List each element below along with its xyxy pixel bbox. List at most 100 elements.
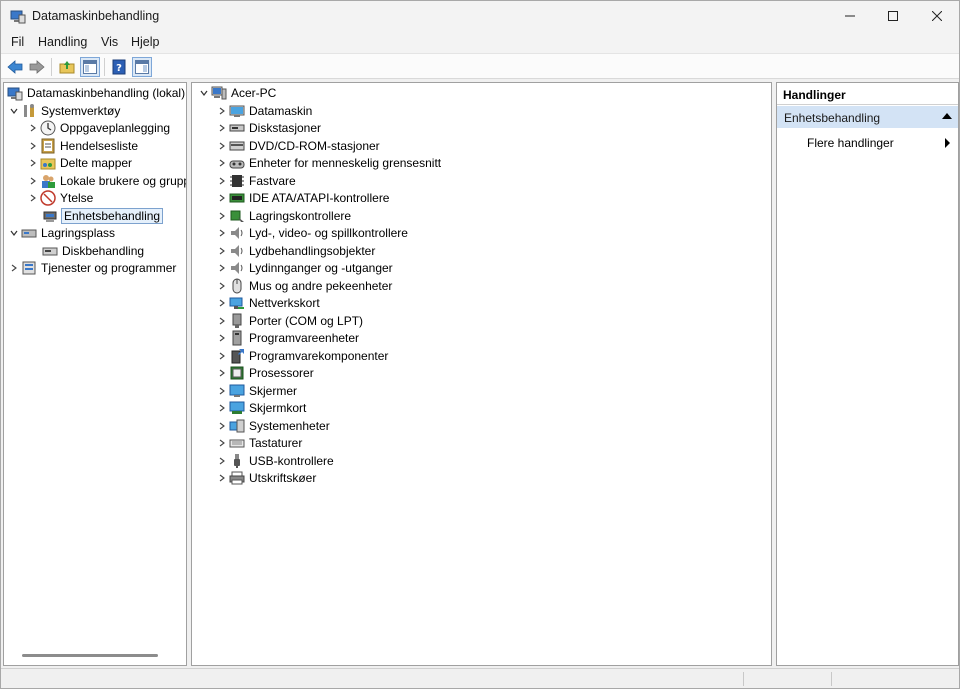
device-category-utskriftskoer[interactable]: Utskriftskøer — [215, 470, 316, 487]
device-category-programvarekomponenter[interactable]: Programvarekomponenter — [215, 347, 388, 364]
device-category-dvd-cd-rom-stasjoner[interactable]: DVD/CD-ROM-stasjoner — [215, 137, 380, 154]
device-tree-root[interactable]: Acer-PC — [197, 84, 276, 101]
device-category-tastaturer[interactable]: Tastaturer — [215, 435, 302, 452]
device-category-systemenheter[interactable]: Systemenheter — [215, 417, 330, 434]
menu-view[interactable]: Vis — [101, 35, 118, 49]
device-category-ide-ata-atapi-kontrollere[interactable]: IDE ATA/ATAPI-kontrollere — [215, 190, 389, 207]
tree-item-shared-folders[interactable]: Delte mapper — [26, 154, 132, 171]
disk-icon — [42, 243, 58, 259]
tree-item-storage[interactable]: Lagringsplass — [7, 224, 115, 241]
chevron-right-icon[interactable] — [215, 279, 229, 293]
tree-item-task-scheduler[interactable]: Oppgaveplanlegging — [26, 119, 170, 136]
chevron-right-icon[interactable] — [215, 244, 229, 258]
chevron-right-icon[interactable] — [215, 296, 229, 310]
device-category-lyd-video-og-spillkontrollere[interactable]: Lyd-, video- og spillkontrollere — [215, 225, 408, 242]
actions-header: Handlinger — [777, 83, 958, 105]
tree-item-event-viewer[interactable]: Hendelsesliste — [26, 137, 138, 154]
chevron-right-icon[interactable] — [215, 436, 229, 450]
device-category-skjermer[interactable]: Skjermer — [215, 382, 297, 399]
device-category-usb-kontrollere[interactable]: USB-kontrollere — [215, 452, 334, 469]
device-category-fastvare[interactable]: Fastvare — [215, 172, 296, 189]
chevron-right-icon[interactable] — [215, 226, 229, 240]
chevron-right-icon[interactable] — [215, 156, 229, 170]
device-category-lydinnganger-og-utganger[interactable]: Lydinnganger og -utganger — [215, 260, 393, 277]
chevron-right-icon[interactable] — [215, 261, 229, 275]
chevron-down-icon[interactable] — [7, 226, 21, 240]
console-tree-pane[interactable]: Datamaskinbehandling (lokal) Systemverkt… — [3, 82, 187, 666]
device-category-skjermkort[interactable]: Skjermkort — [215, 400, 306, 417]
device-category-porter-com-og-lpt[interactable]: Porter (COM og LPT) — [215, 312, 363, 329]
menu-file[interactable]: Fil — [11, 35, 24, 49]
tree-item-disk-management[interactable]: Diskbehandling — [42, 242, 144, 259]
collapse-up-icon[interactable] — [942, 113, 952, 119]
chevron-right-icon[interactable] — [26, 174, 40, 188]
diskstasjoner-icon — [229, 120, 245, 136]
device-category-prosessorer[interactable]: Prosessorer — [215, 365, 314, 382]
chevron-right-icon[interactable] — [215, 349, 229, 363]
mus-og-andre-pekeenheter-icon — [229, 278, 245, 294]
forward-button[interactable] — [27, 57, 47, 77]
chevron-right-icon[interactable] — [215, 401, 229, 415]
chevron-right-icon[interactable] — [215, 121, 229, 135]
chevron-right-icon[interactable] — [215, 419, 229, 433]
up-one-level-button[interactable] — [57, 57, 77, 77]
tree-item-label: Lagringsplass — [41, 225, 116, 240]
device-tree-pane[interactable]: Acer-PC Datamaskin Diskstasjoner DVD/CD-RO… — [191, 82, 772, 666]
menu-action[interactable]: Handling — [38, 35, 87, 49]
chevron-right-icon[interactable] — [215, 471, 229, 485]
chevron-right-icon[interactable] — [26, 139, 40, 153]
chevron-right-icon[interactable] — [26, 156, 40, 170]
tree-item-device-manager[interactable]: Enhetsbehandling — [42, 207, 164, 224]
chevron-right-icon[interactable] — [215, 384, 229, 398]
forward-arrow-icon — [29, 60, 45, 74]
more-actions-item[interactable]: Flere handlinger — [777, 133, 958, 153]
chevron-right-icon[interactable] — [215, 331, 229, 345]
device-category-lydbehandlingsobjekter[interactable]: Lydbehandlingsobjekter — [215, 242, 375, 259]
minimize-button[interactable] — [827, 1, 873, 31]
show-hide-console-tree-button[interactable] — [80, 57, 100, 77]
chevron-down-icon[interactable] — [197, 86, 211, 100]
actions-section-device-manager[interactable]: Enhetsbehandling — [777, 106, 958, 128]
chevron-right-icon[interactable] — [215, 454, 229, 468]
chevron-right-icon[interactable] — [215, 366, 229, 380]
title-bar[interactable]: Datamaskinbehandling — [1, 1, 959, 31]
tree-item-system-tools[interactable]: Systemverktøy — [7, 102, 120, 119]
chevron-right-icon[interactable] — [215, 104, 229, 118]
tree-item-performance[interactable]: Ytelse — [26, 189, 93, 206]
back-arrow-icon — [7, 60, 23, 74]
device-category-label: Lydbehandlingsobjekter — [249, 243, 376, 258]
device-category-enheter-for-menneskelig-grensesnitt[interactable]: Enheter for menneskelig grensesnitt — [215, 155, 441, 172]
show-hide-action-pane-button[interactable] — [132, 57, 152, 77]
device-category-mus-og-andre-pekeenheter[interactable]: Mus og andre pekeenheter — [215, 277, 392, 294]
chevron-right-icon[interactable] — [215, 209, 229, 223]
menu-help[interactable]: Hjelp — [131, 35, 160, 49]
tree-item-services-apps[interactable]: Tjenester og programmer — [7, 259, 176, 276]
device-category-datamaskin[interactable]: Datamaskin — [215, 102, 312, 119]
toolbar: ? — [1, 53, 959, 79]
back-button[interactable] — [5, 57, 25, 77]
device-category-lagringskontrollere[interactable]: Lagringskontrollere — [215, 207, 351, 224]
close-button[interactable] — [914, 1, 960, 31]
folder-up-icon — [59, 61, 75, 74]
chevron-right-icon[interactable] — [7, 261, 21, 275]
tree-item-label: Enhetsbehandling — [60, 207, 164, 224]
device-category-programvareenheter[interactable]: Programvareenheter — [215, 330, 359, 347]
tree-item-local-users[interactable]: Lokale brukere og grupp — [26, 172, 186, 189]
chevron-down-icon[interactable] — [7, 104, 21, 118]
tree-item-label: Diskbehandling — [62, 243, 145, 258]
tree-root[interactable]: Datamaskinbehandling (lokal) — [7, 84, 185, 101]
chevron-right-icon[interactable] — [215, 139, 229, 153]
chevron-right-icon[interactable] — [26, 121, 40, 135]
help-button[interactable]: ? — [109, 57, 129, 77]
tree-item-label: Ytelse — [60, 190, 94, 205]
console-tree-icon — [83, 60, 97, 74]
chevron-right-icon[interactable] — [215, 174, 229, 188]
chevron-right-icon[interactable] — [26, 191, 40, 205]
chevron-right-icon[interactable] — [215, 314, 229, 328]
chevron-right-icon[interactable] — [215, 191, 229, 205]
tree-item-label: Hendelsesliste — [60, 138, 139, 153]
maximize-button[interactable] — [870, 1, 916, 31]
horizontal-scrollbar[interactable] — [22, 654, 158, 657]
device-category-diskstasjoner[interactable]: Diskstasjoner — [215, 120, 321, 137]
device-category-nettverkskort[interactable]: Nettverkskort — [215, 295, 320, 312]
